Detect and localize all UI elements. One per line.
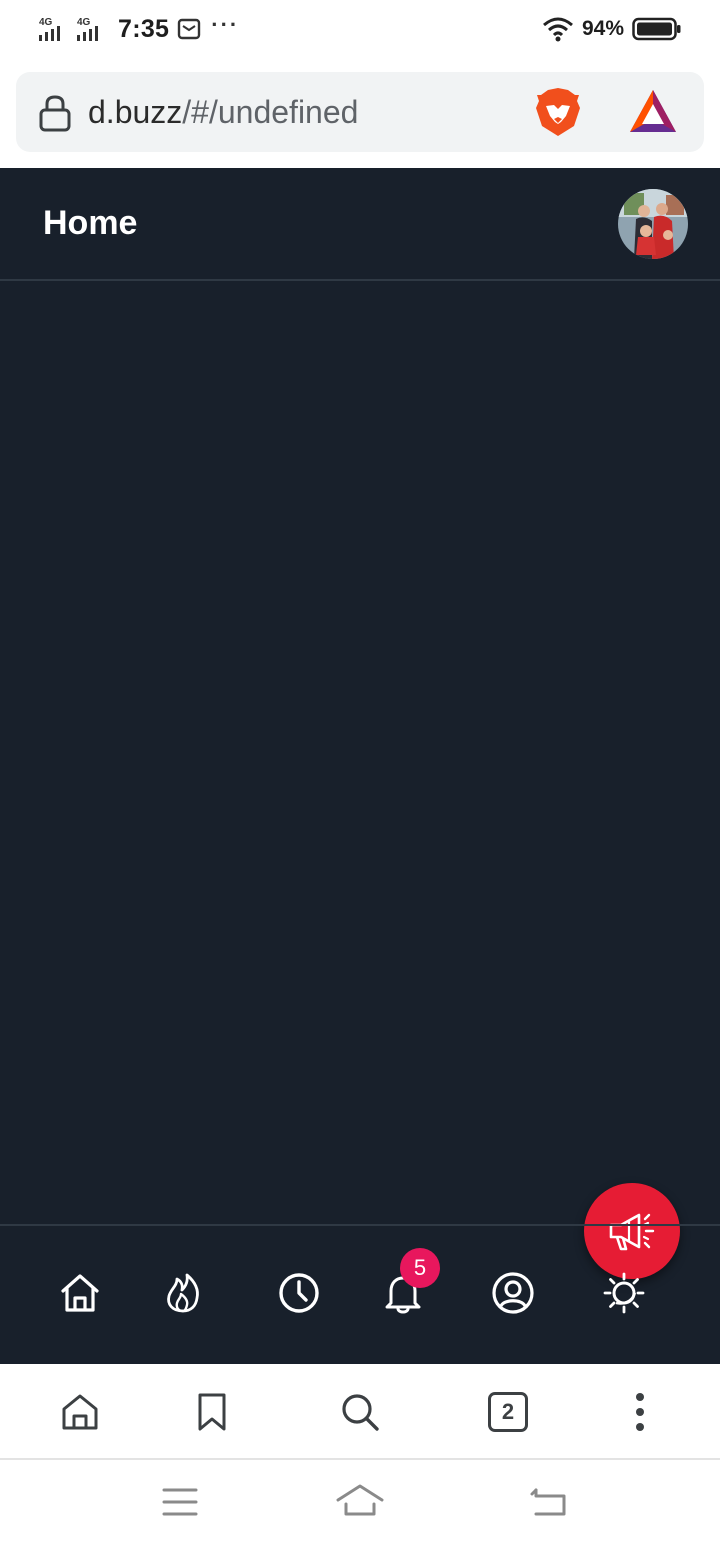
url-path: /#/undefined — [182, 94, 359, 130]
theme-toggle-icon — [603, 1272, 645, 1314]
address-bar[interactable]: d.buzz/#/undefined — [16, 72, 704, 152]
wifi-icon — [542, 17, 573, 42]
nav-profile[interactable] — [488, 1268, 538, 1318]
app-header: Home — [0, 168, 720, 281]
notification-count-badge: 5 — [400, 1248, 440, 1288]
back-icon — [530, 1488, 566, 1516]
battery-icon — [632, 17, 681, 41]
brave-shields-icon[interactable] — [534, 86, 582, 138]
trending-flame-icon — [167, 1273, 199, 1313]
latest-clock-icon — [279, 1273, 319, 1313]
url-domain: d.buzz — [88, 94, 183, 130]
system-nav-bar — [0, 1462, 720, 1544]
search-icon — [342, 1394, 379, 1431]
home-icon — [62, 1394, 98, 1430]
avatar-photo — [618, 189, 688, 259]
home-icon — [336, 1484, 384, 1516]
back-button[interactable] — [524, 1480, 576, 1524]
browser-toolbar: 2 — [0, 1364, 720, 1460]
nav-latest[interactable] — [274, 1268, 324, 1318]
system-home-button[interactable] — [334, 1480, 386, 1524]
more-notifications-icon: ··· — [211, 12, 240, 37]
profile-icon — [492, 1272, 534, 1314]
battery-percent: 94% — [581, 17, 624, 40]
bookmarks-button[interactable] — [190, 1390, 234, 1434]
lock-icon[interactable] — [38, 94, 72, 132]
clock: 7:35 — [118, 14, 170, 43]
home-icon — [61, 1274, 99, 1312]
recent-apps-button[interactable] — [154, 1480, 206, 1524]
nav-theme-toggle[interactable] — [599, 1268, 649, 1318]
notification-mail-icon — [178, 18, 201, 40]
browser-search-button[interactable] — [338, 1390, 382, 1434]
page-title: Home — [43, 204, 138, 242]
nav-home[interactable] — [55, 1268, 105, 1318]
nav-trending[interactable] — [158, 1268, 208, 1318]
app-bottom-nav: 5 — [0, 1224, 720, 1364]
signal-4g-icon: 4G — [77, 17, 98, 41]
bookmark-icon — [198, 1393, 226, 1431]
svg-text:4G: 4G — [39, 17, 53, 28]
feed-area — [0, 283, 720, 1279]
svg-text:4G: 4G — [77, 17, 91, 28]
browser-menu-button[interactable] — [618, 1390, 662, 1434]
dbuzz-app: Home 5 — [0, 168, 720, 1364]
status-bar: 4G 4G 7:35 ··· 94% — [0, 0, 720, 58]
browser-home-button[interactable] — [58, 1390, 102, 1434]
bat-rewards-icon[interactable] — [628, 88, 678, 134]
avatar[interactable] — [618, 189, 688, 259]
url-text[interactable]: d.buzz/#/undefined — [88, 92, 358, 132]
tab-switcher-button[interactable]: 2 — [488, 1392, 528, 1432]
signal-4g-icon: 4G — [39, 17, 60, 41]
recent-apps-icon — [162, 1488, 198, 1516]
menu-icon — [636, 1393, 644, 1431]
